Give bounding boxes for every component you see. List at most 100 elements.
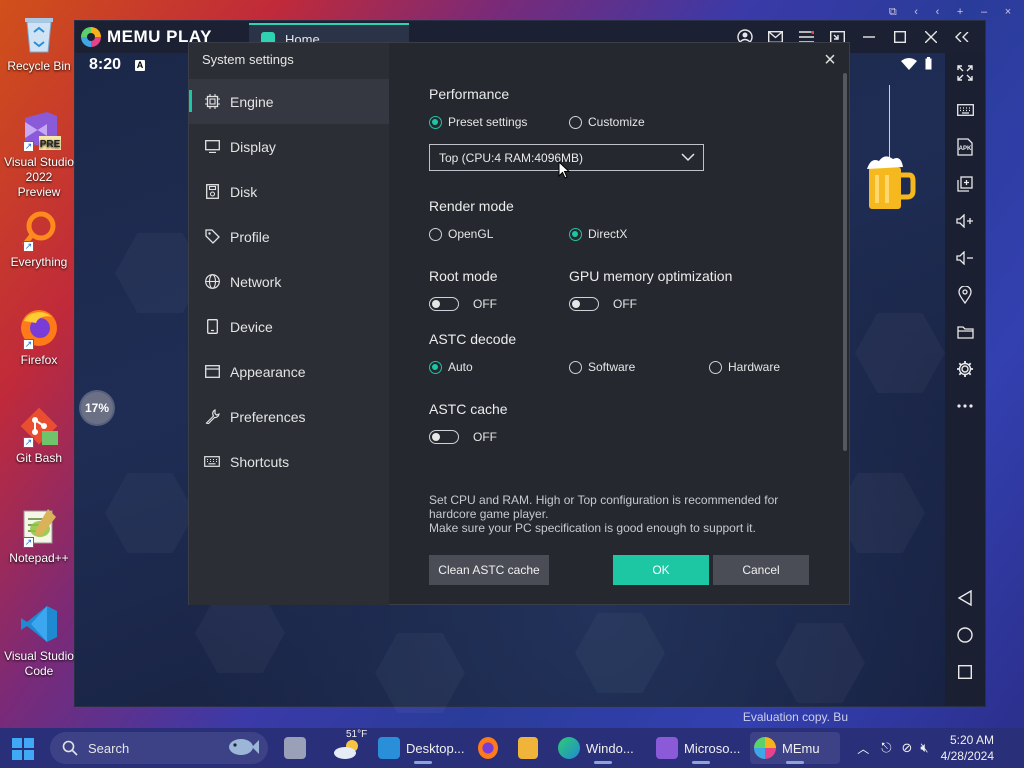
nav-item-profile[interactable]: Profile bbox=[189, 214, 389, 259]
task-view-icon[interactable] bbox=[284, 732, 314, 764]
tray-app-icon[interactable]: ⎋ bbox=[881, 740, 891, 756]
desktop-icon-recycle-bin[interactable]: Recycle Bin bbox=[4, 12, 74, 74]
chevron-down-icon bbox=[681, 153, 695, 162]
desktop-icon-vscode[interactable]: Visual Studio Code bbox=[4, 602, 74, 679]
taskbar-firefox[interactable] bbox=[478, 732, 504, 764]
fullscreen-icon[interactable] bbox=[945, 58, 985, 88]
root-mode-toggle[interactable]: OFF bbox=[429, 297, 497, 311]
desktop-icon-notepad-plus-plus[interactable]: ↗ Notepad++ bbox=[4, 504, 74, 566]
start-windows-icon[interactable] bbox=[12, 738, 34, 760]
astc-cache-toggle[interactable]: OFF bbox=[429, 430, 497, 444]
close-window-icon[interactable] bbox=[915, 21, 946, 53]
visual-studio-preview-icon: PRE ↗ bbox=[17, 108, 61, 152]
close-icon[interactable]: × bbox=[1005, 6, 1011, 20]
gpu-memory-title: GPU memory optimization bbox=[569, 268, 733, 284]
back-icon[interactable]: ‹ bbox=[914, 6, 918, 20]
git-bash-icon: ↗ bbox=[17, 404, 61, 448]
nav-item-display[interactable]: Display bbox=[189, 124, 389, 169]
volume-muted-icon[interactable]: 🔇︎ bbox=[920, 740, 928, 756]
folder-icon[interactable] bbox=[945, 317, 985, 347]
opengl-radio[interactable]: OpenGL bbox=[429, 227, 493, 241]
visual-studio-icon bbox=[656, 737, 678, 759]
clean-astc-cache-button[interactable]: Clean ASTC cache bbox=[429, 555, 549, 585]
nav-item-network[interactable]: Network bbox=[189, 259, 389, 304]
gpu-memory-toggle[interactable]: OFF bbox=[569, 297, 637, 311]
settings-content: Performance Preset settings Customize To… bbox=[389, 43, 849, 604]
more-options-icon[interactable] bbox=[945, 391, 985, 421]
keyboard-icon[interactable] bbox=[945, 95, 985, 125]
apk-install-icon[interactable]: APK bbox=[945, 132, 985, 162]
taskbar-item-visual-studio[interactable]: Microso... bbox=[656, 732, 746, 764]
toggle-state: OFF bbox=[613, 297, 637, 311]
restore-icon[interactable]: ⧉ bbox=[889, 6, 897, 20]
nav-item-preferences[interactable]: Preferences bbox=[189, 394, 389, 439]
performance-hint: Set CPU and RAM. High or Top configurati… bbox=[429, 493, 809, 535]
notepad-plus-plus-icon: ↗ bbox=[17, 504, 61, 548]
android-clock: 8:20 bbox=[89, 56, 122, 73]
desktop-icon-git-bash[interactable]: ↗ Git Bash bbox=[4, 404, 74, 466]
radio-label: Preset settings bbox=[448, 115, 528, 129]
desktop-icon-firefox[interactable]: ↗ Firefox bbox=[4, 306, 74, 368]
nav-item-shortcuts[interactable]: Shortcuts bbox=[189, 439, 389, 484]
search-placeholder: Search bbox=[88, 740, 130, 756]
settings-gear-icon[interactable] bbox=[945, 354, 985, 384]
taskbar-item-desktop[interactable]: Desktop... bbox=[378, 732, 468, 764]
render-mode-title: Render mode bbox=[429, 198, 514, 214]
content-scrollbar[interactable] bbox=[843, 73, 847, 451]
shortcut-arrow-icon: ↗ bbox=[23, 339, 34, 350]
minimize-icon[interactable]: – bbox=[981, 6, 987, 20]
firefox-icon: ↗ bbox=[17, 306, 61, 350]
nav-item-label: Appearance bbox=[230, 363, 306, 380]
radio-dot bbox=[429, 115, 442, 129]
location-icon[interactable] bbox=[945, 280, 985, 310]
taskbar-item-memu[interactable]: MEmu bbox=[750, 732, 840, 764]
multi-instance-icon[interactable] bbox=[945, 169, 985, 199]
dialog-title: System settings bbox=[189, 43, 389, 79]
add-icon[interactable]: + bbox=[957, 6, 963, 20]
progress-indicator: 17% bbox=[81, 392, 113, 424]
shortcut-arrow-icon: ↗ bbox=[23, 537, 34, 548]
network-offline-icon[interactable]: ⊘ bbox=[902, 740, 913, 756]
astc-auto-radio[interactable]: Auto bbox=[429, 360, 473, 374]
taskbar-item-edge[interactable]: Windo... bbox=[558, 732, 648, 764]
desktop-icon-everything[interactable]: ↗ Everything bbox=[4, 208, 74, 270]
wrench-icon bbox=[204, 409, 220, 425]
preset-settings-radio[interactable]: Preset settings bbox=[429, 115, 527, 129]
astc-software-radio[interactable]: Software bbox=[569, 360, 635, 374]
memu-icon bbox=[754, 737, 776, 759]
globe-icon bbox=[204, 274, 220, 290]
directx-radio[interactable]: DirectX bbox=[569, 227, 627, 241]
taskbar-media-player[interactable] bbox=[518, 732, 544, 764]
tray-clock[interactable]: 5:20 AM 4/28/2024 bbox=[941, 732, 994, 764]
volume-down-icon[interactable] bbox=[945, 243, 985, 273]
nav-item-appearance[interactable]: Appearance bbox=[189, 349, 389, 394]
wifi-icon bbox=[901, 58, 917, 73]
nav-item-engine[interactable]: Engine bbox=[189, 79, 389, 124]
toggle-track bbox=[429, 430, 459, 444]
minimize-icon[interactable] bbox=[853, 21, 884, 53]
radio-dot bbox=[429, 360, 442, 374]
back-triangle-icon[interactable] bbox=[945, 583, 985, 613]
desktop-icon-visual-studio-preview[interactable]: PRE ↗ Visual Studio 2022 Preview bbox=[4, 108, 74, 200]
maximize-icon[interactable] bbox=[884, 21, 915, 53]
desktop-icon-label: Firefox bbox=[20, 353, 58, 367]
hint-line: hardcore game player. bbox=[429, 507, 549, 521]
shortcut-arrow-icon: ↗ bbox=[23, 141, 34, 152]
beer-mug-icon[interactable] bbox=[865, 153, 917, 225]
recent-apps-icon[interactable] bbox=[945, 657, 985, 687]
collapse-sidebar-icon[interactable] bbox=[946, 21, 977, 53]
desktop-icon-label: Visual Studio Code bbox=[4, 649, 74, 678]
cancel-button[interactable]: Cancel bbox=[713, 555, 809, 585]
tray-overflow-chevron-icon[interactable]: ︿ bbox=[857, 740, 869, 757]
nav-item-device[interactable]: Device bbox=[189, 304, 389, 349]
volume-up-icon[interactable] bbox=[945, 206, 985, 236]
taskbar-search[interactable]: Search bbox=[50, 732, 268, 764]
home-circle-icon[interactable] bbox=[945, 620, 985, 650]
desktop-icon-label: Notepad++ bbox=[9, 551, 69, 565]
toggle-state: OFF bbox=[473, 430, 497, 444]
nav-item-disk[interactable]: Disk bbox=[189, 169, 389, 214]
forward-icon[interactable]: ‹ bbox=[936, 6, 940, 20]
astc-hardware-radio[interactable]: Hardware bbox=[709, 360, 780, 374]
customize-radio[interactable]: Customize bbox=[569, 115, 645, 129]
ok-button[interactable]: OK bbox=[613, 555, 709, 585]
